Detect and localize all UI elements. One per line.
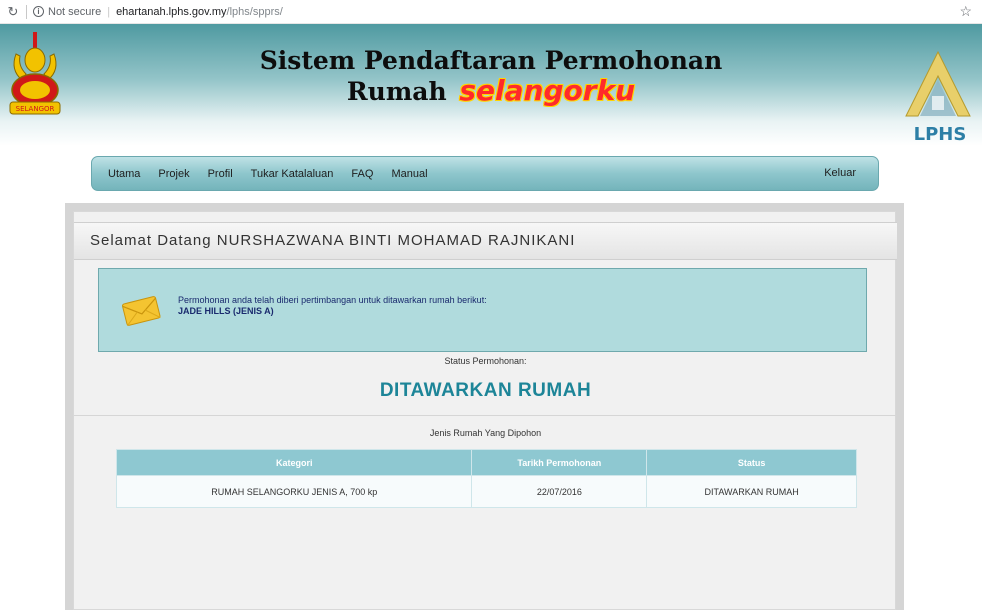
banner-title-line2: Rumah selangorku — [0, 76, 982, 107]
cell-status: DITAWARKAN RUMAH — [646, 475, 857, 508]
url-host[interactable]: ehartanah.lphs.gov.my — [116, 6, 226, 18]
main-nav: Utama Projek Profil Tukar Katalaluan FAQ… — [91, 156, 879, 191]
nav-item-utama[interactable]: Utama — [108, 168, 140, 180]
offer-notice-box: Permohonan anda telah diberi pertimbanga… — [98, 268, 867, 352]
welcome-heading: Selamat Datang NURSHAZWANA BINTI MOHAMAD… — [74, 222, 897, 260]
url-path[interactable]: /lphs/spprs/ — [227, 6, 283, 18]
reload-icon[interactable]: ↻ — [2, 4, 24, 20]
security-label: Not secure — [48, 5, 102, 18]
banner-title-line1: Sistem Pendaftaran Permohonan — [259, 46, 723, 75]
banner-title-rumah: Rumah — [346, 77, 447, 106]
info-icon[interactable]: i — [33, 6, 44, 17]
status-value: DITAWARKAN RUMAH — [379, 380, 592, 401]
column-header-kategori: Kategori — [115, 449, 473, 476]
column-header-status: Status — [646, 449, 857, 476]
status-label: Status Permohonan: — [444, 356, 527, 366]
browser-address-bar: ↻ i Not secure | ehartanah.lphs.gov.my /… — [0, 0, 982, 24]
table-row: RUMAH SELANGORKU JENIS A, 700 kp 22/07/2… — [115, 475, 857, 508]
section-divider — [74, 415, 897, 416]
cell-tarikh: 22/07/2016 — [471, 475, 648, 508]
offered-house-name: JADE HILLS (JENIS A) — [178, 306, 274, 316]
svg-text:LPHS: LPHS — [914, 124, 967, 145]
envelope-icon — [122, 296, 161, 327]
main-panel-inner: Selamat Datang NURSHAZWANA BINTI MOHAMAD… — [73, 211, 897, 610]
address-separator — [26, 4, 27, 19]
selangorku-brand: selangorku — [459, 74, 636, 107]
url-separator: | — [107, 5, 111, 18]
site-banner: SELANGOR Sistem Pendaftaran Permohonan R… — [0, 24, 982, 146]
nav-item-manual[interactable]: Manual — [391, 168, 427, 180]
main-panel: Selamat Datang NURSHAZWANA BINTI MOHAMAD… — [65, 203, 904, 610]
lphs-logo: LPHS — [905, 50, 971, 145]
offer-message: Permohonan anda telah diberi pertimbanga… — [178, 295, 487, 305]
logout-link[interactable]: Keluar — [824, 167, 856, 179]
application-table: Kategori Tarikh Permohonan Status RUMAH … — [115, 449, 857, 508]
table-caption: Jenis Rumah Yang Dipohon — [429, 428, 542, 438]
nav-item-profil[interactable]: Profil — [208, 168, 233, 180]
bookmark-star-icon[interactable]: ☆ — [959, 3, 972, 20]
table-header-row: Kategori Tarikh Permohonan Status — [115, 449, 857, 476]
column-header-tarikh: Tarikh Permohonan — [471, 449, 648, 476]
nav-item-tukar-katalaluan[interactable]: Tukar Katalaluan — [251, 168, 334, 180]
nav-item-projek[interactable]: Projek — [158, 168, 189, 180]
nav-item-faq[interactable]: FAQ — [351, 168, 373, 180]
cell-kategori: RUMAH SELANGORKU JENIS A, 700 kp — [115, 475, 473, 508]
